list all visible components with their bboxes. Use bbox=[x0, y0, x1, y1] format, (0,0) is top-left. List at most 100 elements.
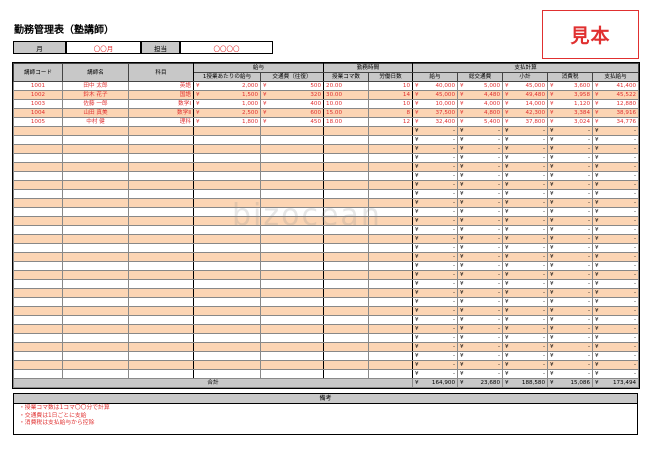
lessons-cell[interactable] bbox=[323, 288, 370, 298]
lessons-cell[interactable] bbox=[323, 333, 370, 343]
subject-cell[interactable] bbox=[128, 315, 194, 325]
subject-cell[interactable] bbox=[128, 288, 194, 298]
name-cell[interactable]: 山田 真美 bbox=[62, 108, 129, 118]
rate-cell[interactable] bbox=[193, 252, 261, 262]
days-cell[interactable] bbox=[368, 162, 414, 172]
name-cell[interactable] bbox=[62, 234, 129, 244]
subject-cell[interactable]: 国語 bbox=[128, 90, 194, 100]
id-cell[interactable] bbox=[13, 153, 63, 163]
rate-cell[interactable]: ¥1,000 bbox=[193, 99, 261, 109]
transport-cell[interactable]: ¥500 bbox=[259, 81, 325, 91]
days-cell[interactable] bbox=[368, 333, 414, 343]
name-cell[interactable] bbox=[62, 252, 129, 262]
subject-cell[interactable] bbox=[128, 342, 194, 352]
subject-cell[interactable] bbox=[128, 162, 194, 172]
name-cell[interactable] bbox=[62, 360, 129, 370]
rate-cell[interactable] bbox=[193, 306, 261, 316]
days-cell[interactable] bbox=[368, 279, 414, 289]
rate-cell[interactable] bbox=[193, 153, 261, 163]
name-cell[interactable] bbox=[62, 261, 129, 271]
lessons-cell[interactable] bbox=[323, 144, 370, 154]
id-cell[interactable] bbox=[13, 342, 63, 352]
rate-cell[interactable] bbox=[193, 270, 261, 280]
lessons-cell[interactable] bbox=[323, 315, 370, 325]
days-cell[interactable] bbox=[368, 252, 414, 262]
name-cell[interactable]: 鈴木 花子 bbox=[62, 90, 129, 100]
days-cell[interactable]: 14 bbox=[368, 90, 414, 100]
lessons-cell[interactable] bbox=[323, 180, 370, 190]
lessons-cell[interactable] bbox=[323, 261, 370, 271]
id-cell[interactable] bbox=[13, 126, 63, 136]
id-cell[interactable] bbox=[13, 135, 63, 145]
transport-cell[interactable] bbox=[259, 288, 325, 298]
id-cell[interactable] bbox=[13, 225, 63, 235]
days-cell[interactable] bbox=[368, 153, 414, 163]
rate-cell[interactable] bbox=[193, 315, 261, 325]
subject-cell[interactable]: 理科 bbox=[128, 117, 194, 127]
lessons-cell[interactable] bbox=[323, 351, 370, 361]
name-cell[interactable] bbox=[62, 279, 129, 289]
id-cell[interactable] bbox=[13, 216, 63, 226]
transport-cell[interactable] bbox=[259, 342, 325, 352]
subject-cell[interactable] bbox=[128, 126, 194, 136]
days-cell[interactable] bbox=[368, 243, 414, 253]
name-cell[interactable] bbox=[62, 207, 129, 217]
lessons-cell[interactable]: 20.00 bbox=[323, 81, 370, 91]
id-cell[interactable] bbox=[13, 207, 63, 217]
transport-cell[interactable] bbox=[259, 162, 325, 172]
transport-cell[interactable] bbox=[259, 351, 325, 361]
transport-cell[interactable] bbox=[259, 306, 325, 316]
subject-cell[interactable] bbox=[128, 180, 194, 190]
rate-cell[interactable] bbox=[193, 162, 261, 172]
name-cell[interactable]: 田中 太郎 bbox=[62, 81, 129, 91]
subject-cell[interactable] bbox=[128, 369, 194, 379]
days-cell[interactable] bbox=[368, 261, 414, 271]
subject-cell[interactable]: 英語 bbox=[128, 81, 194, 91]
lessons-cell[interactable] bbox=[323, 270, 370, 280]
rate-cell[interactable] bbox=[193, 261, 261, 271]
transport-cell[interactable] bbox=[259, 243, 325, 253]
days-cell[interactable] bbox=[368, 342, 414, 352]
name-cell[interactable] bbox=[62, 297, 129, 307]
id-cell[interactable] bbox=[13, 243, 63, 253]
days-cell[interactable] bbox=[368, 180, 414, 190]
id-cell[interactable] bbox=[13, 252, 63, 262]
transport-cell[interactable] bbox=[259, 279, 325, 289]
transport-cell[interactable] bbox=[259, 153, 325, 163]
name-cell[interactable] bbox=[62, 288, 129, 298]
transport-cell[interactable] bbox=[259, 270, 325, 280]
transport-cell[interactable] bbox=[259, 144, 325, 154]
subject-cell[interactable] bbox=[128, 252, 194, 262]
transport-cell[interactable] bbox=[259, 360, 325, 370]
days-cell[interactable] bbox=[368, 126, 414, 136]
lessons-cell[interactable]: 30.00 bbox=[323, 90, 370, 100]
days-cell[interactable] bbox=[368, 360, 414, 370]
lessons-cell[interactable] bbox=[323, 306, 370, 316]
lessons-cell[interactable]: 15.00 bbox=[323, 108, 370, 118]
id-cell[interactable] bbox=[13, 369, 63, 379]
name-cell[interactable] bbox=[62, 171, 129, 181]
lessons-cell[interactable] bbox=[323, 279, 370, 289]
subject-cell[interactable] bbox=[128, 261, 194, 271]
subject-cell[interactable] bbox=[128, 216, 194, 226]
id-cell[interactable]: 1004 bbox=[13, 108, 63, 118]
subject-cell[interactable] bbox=[128, 225, 194, 235]
lessons-cell[interactable] bbox=[323, 126, 370, 136]
name-cell[interactable] bbox=[62, 306, 129, 316]
transport-cell[interactable] bbox=[259, 135, 325, 145]
name-cell[interactable] bbox=[62, 135, 129, 145]
rate-cell[interactable] bbox=[193, 333, 261, 343]
name-cell[interactable] bbox=[62, 180, 129, 190]
id-cell[interactable] bbox=[13, 261, 63, 271]
subject-cell[interactable]: 数学Ⅰ bbox=[128, 99, 194, 109]
days-cell[interactable] bbox=[368, 324, 414, 334]
subject-cell[interactable] bbox=[128, 306, 194, 316]
transport-cell[interactable] bbox=[259, 261, 325, 271]
id-cell[interactable] bbox=[13, 198, 63, 208]
subject-cell[interactable] bbox=[128, 351, 194, 361]
name-cell[interactable] bbox=[62, 369, 129, 379]
id-cell[interactable] bbox=[13, 351, 63, 361]
subject-cell[interactable]: 数学Ⅱ bbox=[128, 108, 194, 118]
lessons-cell[interactable] bbox=[323, 324, 370, 334]
subject-cell[interactable] bbox=[128, 270, 194, 280]
